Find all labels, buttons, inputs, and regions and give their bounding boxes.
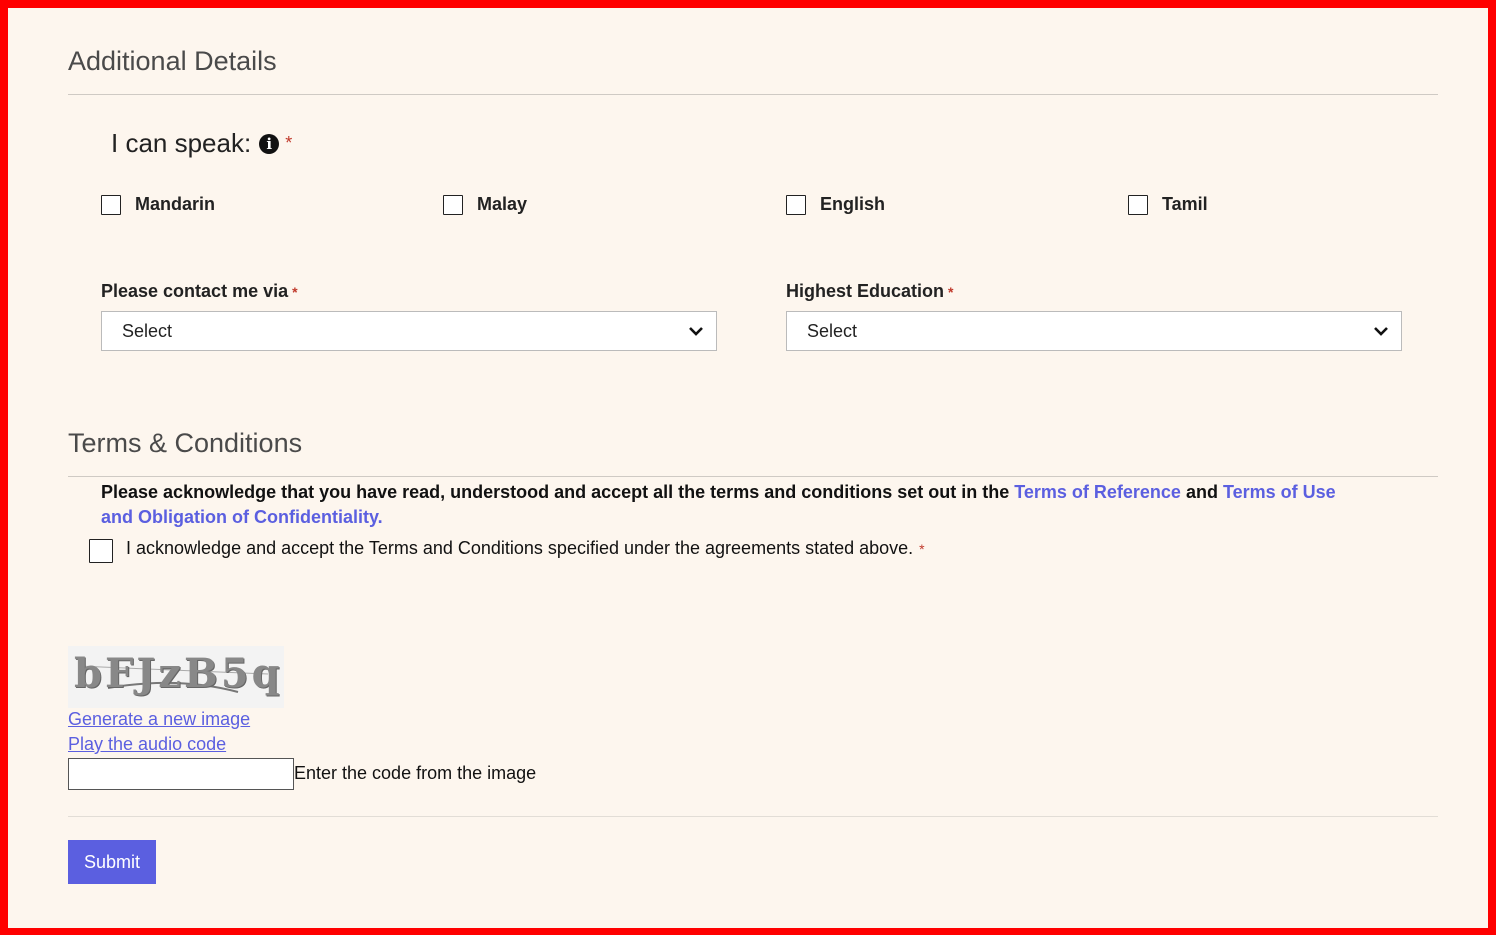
acknowledge-row[interactable]: I acknowledge and accept the Terms and C…: [89, 538, 925, 563]
section-divider: [68, 94, 1438, 95]
language-option-malay[interactable]: Malay: [443, 194, 527, 215]
speak-label-text: I can speak:: [111, 128, 252, 158]
highest-education-label-text: Highest Education: [786, 281, 945, 301]
generate-new-image-link[interactable]: Generate a new image: [68, 709, 250, 730]
captcha-text: bFJzB5q: [74, 650, 283, 697]
contact-via-value: Select: [122, 320, 173, 341]
additional-details-heading: Additional Details: [68, 46, 277, 76]
captcha-code-input[interactable]: [68, 758, 294, 790]
terms-text-and: and: [1180, 482, 1223, 502]
english-label: English: [820, 194, 886, 214]
language-option-english[interactable]: English: [786, 194, 885, 215]
section-divider: [68, 816, 1438, 817]
language-option-mandarin[interactable]: Mandarin: [101, 194, 215, 215]
tamil-label: Tamil: [1162, 194, 1208, 214]
language-option-tamil[interactable]: Tamil: [1128, 194, 1208, 215]
info-icon[interactable]: i: [259, 133, 280, 154]
required-marker: *: [919, 541, 925, 557]
acknowledge-label: I acknowledge and accept the Terms and C…: [126, 538, 925, 559]
captcha-code-label: Enter the code from the image: [294, 763, 537, 783]
play-audio-code-link[interactable]: Play the audio code: [68, 734, 226, 755]
terms-statement: Please acknowledge that you have read, u…: [101, 480, 1371, 530]
english-checkbox[interactable]: [786, 195, 806, 215]
terms-text-intro: Please acknowledge that you have read, u…: [101, 482, 1015, 502]
acknowledge-label-text: I acknowledge and accept the Terms and C…: [126, 538, 914, 558]
contact-via-select[interactable]: Select: [101, 311, 717, 351]
terms-heading: Terms & Conditions: [68, 428, 303, 458]
highest-education-label: Highest Education *: [786, 281, 953, 302]
mandarin-checkbox[interactable]: [101, 195, 121, 215]
speak-label: I can speak: i *: [111, 128, 292, 159]
acknowledge-checkbox[interactable]: [89, 539, 113, 563]
submit-button[interactable]: Submit: [68, 840, 156, 884]
malay-checkbox[interactable]: [443, 195, 463, 215]
captcha-image: bFJzB5q: [68, 646, 284, 708]
required-marker: *: [292, 284, 298, 300]
highest-education-value: Select: [807, 320, 858, 341]
chevron-down-icon: [689, 327, 703, 336]
mandarin-label: Mandarin: [135, 194, 216, 214]
contact-via-label-text: Please contact me via: [101, 281, 289, 301]
contact-via-label: Please contact me via *: [101, 281, 298, 302]
chevron-down-icon: [1374, 327, 1388, 336]
terms-of-reference-link[interactable]: Terms of Reference: [1014, 482, 1181, 502]
malay-label: Malay: [477, 194, 528, 214]
form-panel: Additional Details I can speak: i * Mand…: [8, 8, 1488, 928]
required-marker: *: [948, 284, 954, 300]
tamil-checkbox[interactable]: [1128, 195, 1148, 215]
section-divider: [68, 476, 1438, 477]
highest-education-select[interactable]: Select: [786, 311, 1402, 351]
required-marker: *: [285, 133, 293, 153]
